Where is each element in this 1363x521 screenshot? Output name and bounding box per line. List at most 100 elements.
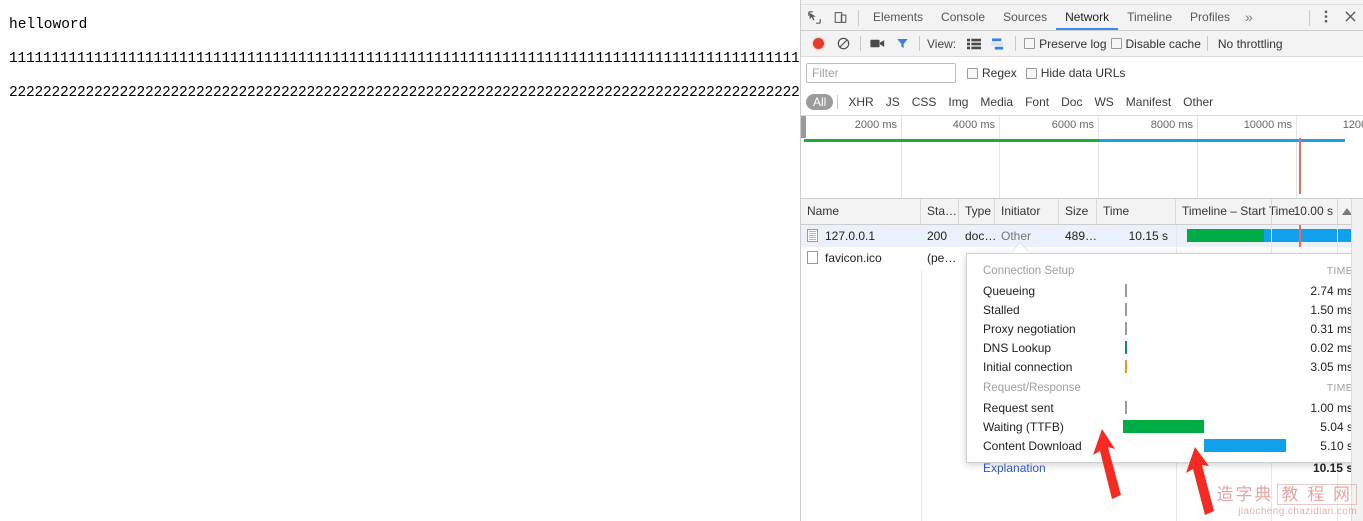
section-time-header: TIME — [1326, 265, 1353, 277]
timing-label: DNS Lookup — [983, 340, 1052, 355]
overview-left-grip[interactable] — [801, 116, 806, 138]
column-divider — [1176, 225, 1177, 247]
throttling-dropdown[interactable]: No throttling — [1218, 37, 1283, 51]
overview-tick-label: 10000 ms — [1243, 119, 1292, 131]
devtools-panel: Elements Console Sources Network Timelin… — [800, 0, 1363, 521]
cell-type: doc… — [965, 229, 995, 243]
overview-gridline — [1296, 116, 1297, 198]
request-timing-tooltip: Connection Setup TIME Queueing 2.74 ms S… — [966, 253, 1363, 475]
type-filter-css[interactable]: CSS — [906, 94, 943, 110]
tab-timeline[interactable]: Timeline — [1118, 5, 1181, 30]
timing-tick — [1125, 401, 1127, 414]
timing-bar-zone — [1123, 417, 1291, 436]
timing-row: Stalled 1.50 ms — [983, 300, 1353, 319]
watermark-url: jiaocheng.chazidian.com — [1238, 506, 1357, 517]
type-filter-media[interactable]: Media — [974, 94, 1019, 110]
type-filter-xhr[interactable]: XHR — [842, 94, 879, 110]
row-event-marker — [1299, 225, 1301, 247]
clear-icon[interactable] — [831, 32, 856, 56]
timing-label: Proxy negotiation — [983, 321, 1076, 336]
hide-data-urls-checkbox[interactable]: Hide data URLs — [1025, 66, 1126, 80]
view-label: View: — [927, 36, 957, 51]
preserve-log-label: Preserve log — [1039, 36, 1107, 51]
cell-name: 127.0.0.1 — [825, 229, 876, 243]
type-filter-other[interactable]: Other — [1177, 94, 1219, 110]
watermark: 造字典教 程 网 jiaocheng.chazidian.com — [1217, 480, 1357, 517]
page-text-line: 1111111111111111111111111111111111111111… — [9, 51, 800, 67]
waterfall-view-icon[interactable] — [986, 32, 1011, 56]
overview-tick-label: 12000 ms — [1342, 119, 1363, 131]
timeline-scale-label: 10.00 s — [1293, 204, 1333, 218]
preserve-log-checkbox[interactable]: Preserve log — [1024, 36, 1107, 51]
device-toolbar-icon[interactable] — [827, 5, 853, 30]
tab-console[interactable]: Console — [932, 5, 994, 30]
overview-gridline — [999, 116, 1000, 198]
column-divider — [1337, 199, 1338, 224]
timing-tick — [1125, 322, 1127, 335]
filter-icon[interactable] — [890, 32, 915, 56]
waterfall-blue-segment — [1264, 229, 1352, 242]
column-header-type[interactable]: Type — [959, 199, 995, 224]
filter-bar: Regex Hide data URLs — [801, 57, 1363, 89]
cell-name: favicon.ico — [825, 251, 882, 265]
regex-label: Regex — [982, 66, 1017, 80]
type-filter-js[interactable]: JS — [880, 94, 906, 110]
devtools-window-controls — [1304, 9, 1363, 26]
tooltip-pointer — [1011, 243, 1029, 253]
screenshot-root: helloword 111111111111111111111111111111… — [0, 0, 1363, 521]
toolbar-divider — [858, 9, 859, 26]
timing-value: 1.00 ms — [1310, 400, 1353, 415]
disable-cache-checkbox[interactable]: Disable cache — [1110, 36, 1201, 51]
timing-label: Stalled — [983, 302, 1020, 317]
tab-sources[interactable]: Sources — [994, 5, 1056, 30]
timing-value: 5.04 s — [1320, 419, 1353, 434]
type-filter-doc[interactable]: Doc — [1055, 94, 1088, 110]
timing-value: 0.02 ms — [1310, 340, 1353, 355]
overview-gridline — [901, 116, 902, 198]
timing-label: Request sent — [983, 400, 1054, 415]
list-view-icon[interactable] — [961, 32, 986, 56]
type-filter-ws[interactable]: WS — [1088, 94, 1119, 110]
tab-profiles[interactable]: Profiles — [1181, 5, 1239, 30]
search-input[interactable] — [806, 63, 956, 83]
type-filter-img[interactable]: Img — [942, 94, 974, 110]
column-header-name[interactable]: Name — [801, 199, 921, 224]
hide-data-urls-label: Hide data URLs — [1040, 66, 1126, 80]
timing-value: 2.74 ms — [1310, 283, 1353, 298]
record-icon[interactable] — [806, 32, 831, 56]
section-title: Request/Response — [983, 382, 1081, 394]
chevron-right-double-icon[interactable]: » — [1239, 5, 1259, 30]
close-icon[interactable] — [1337, 9, 1363, 26]
type-filter-font[interactable]: Font — [1019, 94, 1055, 110]
cell-time: 10.15 s — [1128, 229, 1168, 243]
column-divider — [1271, 199, 1272, 224]
checkbox-box — [1025, 67, 1037, 79]
timing-row: Queueing 2.74 ms — [983, 281, 1353, 300]
type-filter-all[interactable]: All — [806, 94, 834, 110]
watermark-boxed: 教 程 网 — [1276, 484, 1357, 505]
timing-label: Queueing — [983, 283, 1036, 298]
timing-bar-zone — [1123, 338, 1291, 357]
column-header-initiator[interactable]: Initiator — [995, 199, 1059, 224]
table-row[interactable]: 127.0.0.1 200 doc… Other 489… 10.15 s — [801, 225, 1363, 247]
column-divider — [1271, 225, 1272, 247]
network-overview-timeline[interactable]: 2000 ms 4000 ms 6000 ms 8000 ms 10000 ms… — [801, 116, 1363, 199]
network-toolbar: View: Preserve log Disable cache No thro… — [801, 31, 1363, 57]
watermark-main: 造字典教 程 网 — [1217, 480, 1357, 505]
column-header-status[interactable]: Sta… — [921, 199, 959, 224]
capture-screenshots-icon[interactable] — [865, 32, 890, 56]
regex-checkbox[interactable]: Regex — [967, 66, 1017, 80]
table-vertical-scrollbar[interactable] — [1351, 199, 1363, 521]
column-header-size[interactable]: Size — [1059, 199, 1097, 224]
type-filter-manifest[interactable]: Manifest — [1120, 94, 1177, 110]
vertical-dots-icon[interactable] — [1315, 9, 1337, 26]
column-header-time[interactable]: Time — [1097, 199, 1176, 224]
tab-elements[interactable]: Elements — [864, 5, 932, 30]
timing-value: 5.10 s — [1320, 438, 1353, 453]
inspect-element-icon[interactable] — [801, 5, 827, 30]
tab-network[interactable]: Network — [1056, 5, 1119, 30]
toolbar-divider — [1206, 36, 1208, 51]
explanation-link[interactable]: Explanation — [983, 461, 1123, 475]
timing-row: DNS Lookup 0.02 ms — [983, 338, 1353, 357]
disable-cache-label: Disable cache — [1125, 36, 1201, 51]
